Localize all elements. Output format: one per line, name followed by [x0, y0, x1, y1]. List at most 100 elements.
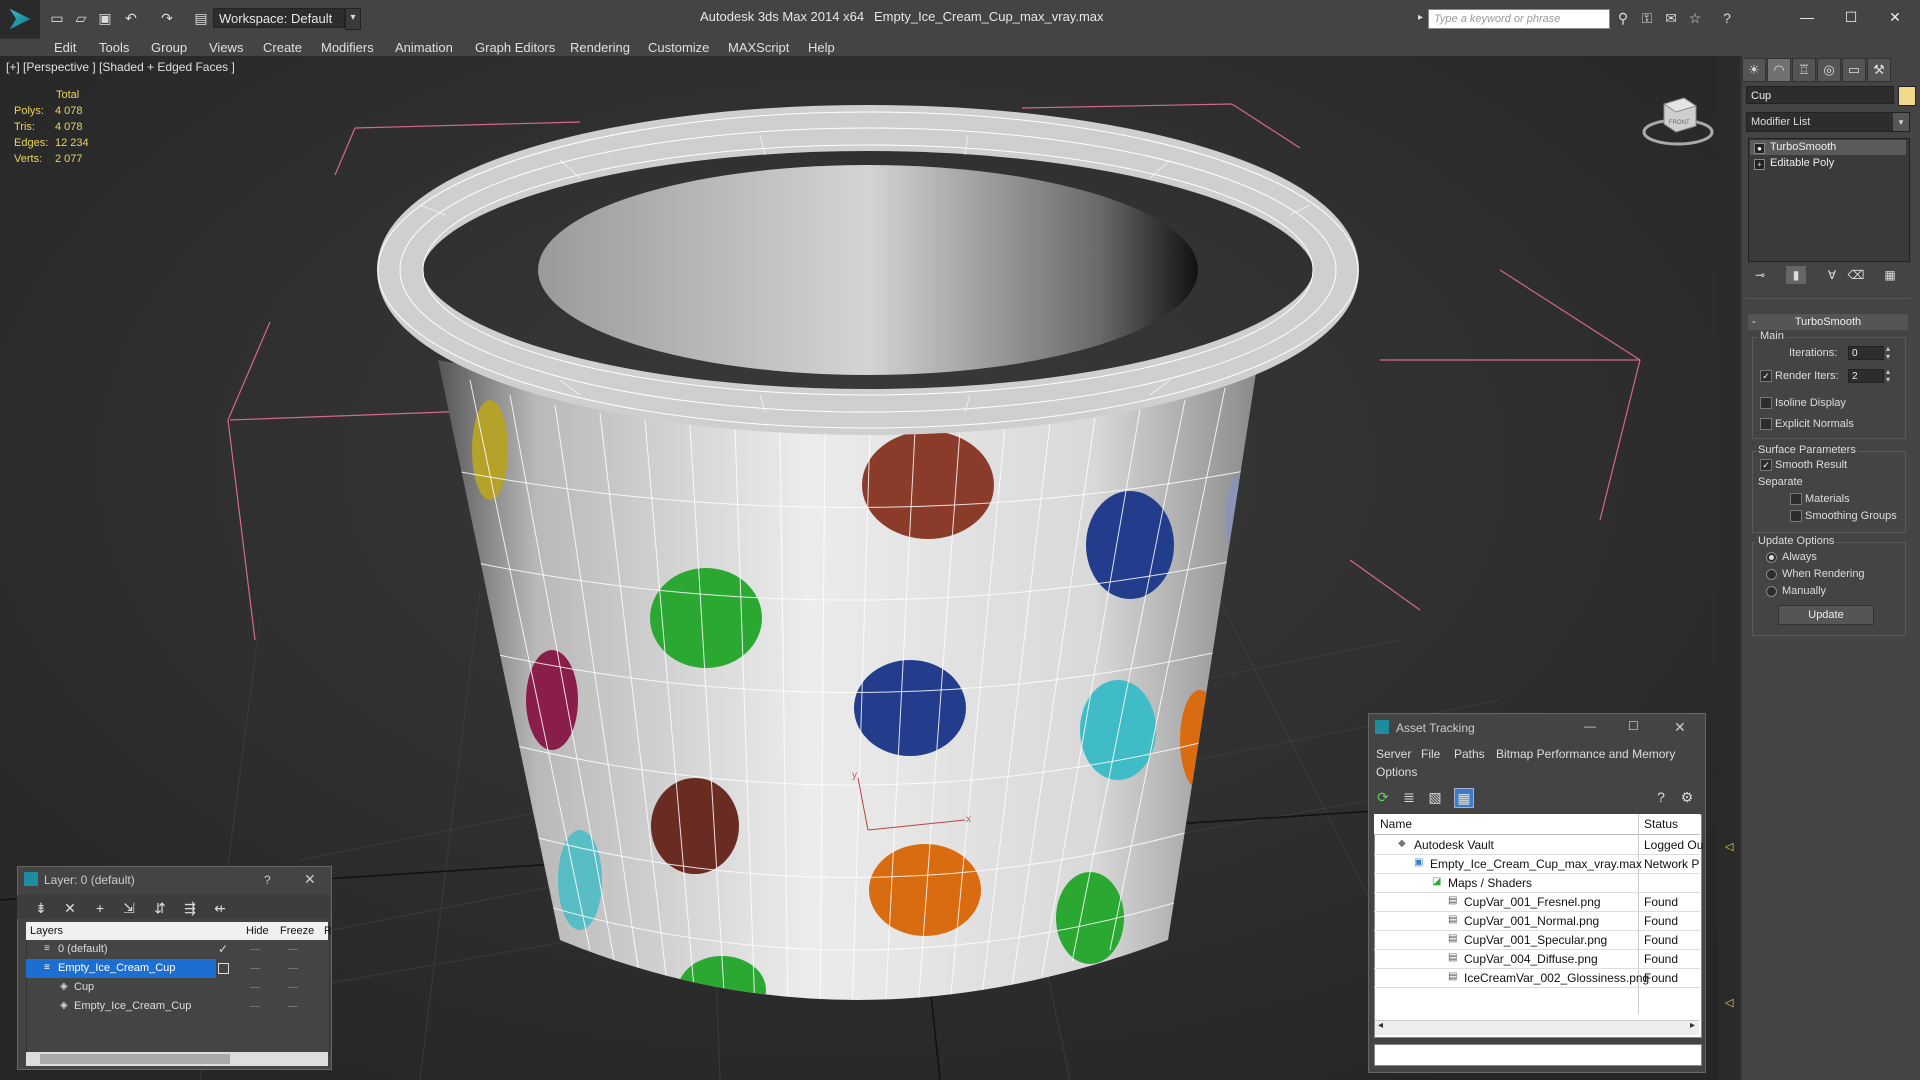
- modify-tab-icon[interactable]: ◠: [1767, 58, 1791, 82]
- explicit-normals-checkbox[interactable]: [1760, 418, 1772, 430]
- spinner-arrows-icon[interactable]: ▴ ▾: [1886, 345, 1890, 361]
- undo-icon[interactable]: ↶: [122, 9, 140, 27]
- maximize-icon[interactable]: ☐: [1628, 719, 1639, 733]
- iterations-spinner[interactable]: 0: [1848, 346, 1884, 360]
- menu-rendering[interactable]: Rendering: [570, 40, 630, 55]
- smooth-result-checkbox[interactable]: ✓: [1760, 459, 1772, 471]
- display-tab-icon[interactable]: ▭: [1842, 58, 1866, 82]
- minimize-icon[interactable]: —: [1584, 719, 1596, 733]
- when-rendering-radio[interactable]: [1766, 569, 1777, 580]
- freeze-all-icon[interactable]: ⇷: [211, 899, 229, 917]
- manually-radio[interactable]: [1766, 586, 1777, 597]
- viewport-label[interactable]: [+] [Perspective ] [Shaded + Edged Faces…: [6, 60, 235, 74]
- asset-path-field[interactable]: [1374, 1044, 1702, 1066]
- pin-stack-icon[interactable]: ⊸: [1750, 266, 1770, 284]
- isoline-checkbox[interactable]: [1760, 397, 1772, 409]
- menu-modifiers[interactable]: Modifiers: [321, 40, 374, 55]
- close-icon[interactable]: ✕: [1674, 719, 1686, 736]
- stack-item-turbosmooth[interactable]: TurboSmooth: [1750, 140, 1906, 155]
- menu-group[interactable]: Group: [151, 40, 187, 55]
- collapse-arrow-icon[interactable]: ◁: [1725, 996, 1733, 1009]
- spinner-arrows-icon[interactable]: ▴ ▾: [1886, 368, 1890, 384]
- layer-name[interactable]: Cup: [74, 981, 94, 993]
- help-icon[interactable]: ?: [264, 873, 271, 887]
- open-file-icon[interactable]: ▱: [72, 9, 90, 27]
- favorites-star-icon[interactable]: ☆: [1686, 9, 1704, 27]
- help-icon[interactable]: ?: [1652, 788, 1670, 806]
- project-folder-icon[interactable]: ▤: [192, 9, 210, 27]
- menu-file[interactable]: File: [1421, 747, 1440, 761]
- column-header[interactable]: Layers: [30, 925, 63, 937]
- workspace-dropdown[interactable]: Workspace: Default: [213, 8, 345, 28]
- search-input[interactable]: Type a keyword or phrase: [1428, 9, 1610, 29]
- menu-create[interactable]: Create: [263, 40, 302, 55]
- close-icon[interactable]: ✕: [304, 871, 316, 888]
- asset-row[interactable]: [1374, 873, 1700, 893]
- close-icon[interactable]: ✕: [1880, 6, 1910, 28]
- create-tab-icon[interactable]: ☀: [1742, 58, 1766, 82]
- materials-checkbox[interactable]: [1790, 493, 1802, 505]
- menu-server[interactable]: Server: [1376, 747, 1411, 761]
- scrollbar-thumb[interactable]: [40, 1054, 230, 1064]
- save-icon[interactable]: ▣: [96, 9, 114, 27]
- lightbulb-icon[interactable]: ●: [1754, 143, 1765, 154]
- help-icon[interactable]: ?: [1718, 9, 1736, 27]
- always-radio[interactable]: [1766, 552, 1777, 563]
- freeze-dashes[interactable]: — — — —: [288, 940, 298, 1016]
- object-color-swatch[interactable]: [1898, 86, 1916, 106]
- redo-icon[interactable]: ↷: [158, 9, 176, 27]
- rollout-turbosmooth-header[interactable]: TurboSmooth: [1748, 314, 1908, 330]
- remove-modifier-icon[interactable]: ⌫: [1846, 266, 1866, 284]
- maximize-icon[interactable]: ☐: [1836, 6, 1866, 28]
- column-header[interactable]: Freeze: [280, 925, 314, 937]
- render-iters-spinner[interactable]: 2: [1848, 369, 1884, 383]
- menu-paths[interactable]: Paths: [1454, 747, 1485, 761]
- chevron-down-icon[interactable]: ▾: [345, 8, 361, 30]
- viewcube-icon[interactable]: FRONT: [1642, 92, 1714, 152]
- update-button[interactable]: Update: [1778, 605, 1874, 625]
- scroll-right-icon[interactable]: ▸: [1690, 1020, 1695, 1031]
- horizontal-scrollbar[interactable]: [1375, 1020, 1699, 1035]
- chevron-down-icon[interactable]: ▾: [1893, 113, 1909, 131]
- hierarchy-tab-icon[interactable]: ♖: [1792, 58, 1816, 82]
- modifier-list-dropdown[interactable]: Modifier List: [1746, 112, 1910, 132]
- binoculars-icon[interactable]: ⚲: [1614, 9, 1632, 27]
- subscription-icon[interactable]: ⚿: [1638, 9, 1656, 27]
- column-header[interactable]: R: [324, 925, 332, 937]
- app-logo-icon[interactable]: [0, 0, 40, 38]
- render-iters-checkbox[interactable]: ✓: [1760, 370, 1772, 382]
- expand-plus-icon[interactable]: +: [1754, 159, 1765, 170]
- menu-bitmap-performance[interactable]: Bitmap Performance and Memory: [1496, 747, 1675, 761]
- collapse-arrow-icon[interactable]: ◁: [1725, 840, 1733, 853]
- select-objects-icon[interactable]: ⇲: [120, 899, 138, 917]
- utilities-tab-icon[interactable]: ⚒: [1867, 58, 1891, 82]
- rollout-collapse-icon[interactable]: -: [1752, 316, 1756, 328]
- refresh-icon[interactable]: ⟳: [1374, 788, 1392, 806]
- highlight-layer-icon[interactable]: ⇵: [151, 899, 169, 917]
- object-name-field[interactable]: Cup: [1746, 86, 1894, 104]
- configure-sets-icon[interactable]: ▦: [1880, 266, 1900, 284]
- delete-layer-icon[interactable]: ✕: [61, 899, 79, 917]
- smoothing-groups-checkbox[interactable]: [1790, 510, 1802, 522]
- column-header-name[interactable]: Name: [1380, 817, 1412, 831]
- thumbnail-view-icon[interactable]: ▧: [1426, 788, 1444, 806]
- table-view-icon[interactable]: ▦: [1454, 788, 1474, 808]
- menu-help[interactable]: Help: [808, 40, 835, 55]
- menu-options[interactable]: Options: [1376, 765, 1417, 779]
- list-view-icon[interactable]: ≣: [1400, 788, 1418, 806]
- new-file-icon[interactable]: ▭: [48, 9, 66, 27]
- column-header[interactable]: Hide: [246, 925, 269, 937]
- scroll-left-icon[interactable]: ◂: [1378, 1020, 1383, 1031]
- set-active-icon[interactable]: [218, 963, 229, 974]
- menu-graph-editors[interactable]: Graph Editors: [475, 40, 555, 55]
- add-to-layer-icon[interactable]: +: [91, 899, 109, 917]
- make-unique-icon[interactable]: ∀: [1822, 266, 1842, 284]
- show-end-result-icon[interactable]: ▮: [1786, 266, 1806, 284]
- minimize-icon[interactable]: —: [1792, 6, 1822, 28]
- menu-customize[interactable]: Customize: [648, 40, 709, 55]
- stack-item-editable-poly[interactable]: Editable Poly: [1750, 156, 1906, 171]
- settings-icon[interactable]: ⚙: [1678, 788, 1696, 806]
- column-header-status[interactable]: Status: [1644, 817, 1678, 831]
- menu-edit[interactable]: Edit: [54, 40, 76, 55]
- menu-animation[interactable]: Animation: [395, 40, 453, 55]
